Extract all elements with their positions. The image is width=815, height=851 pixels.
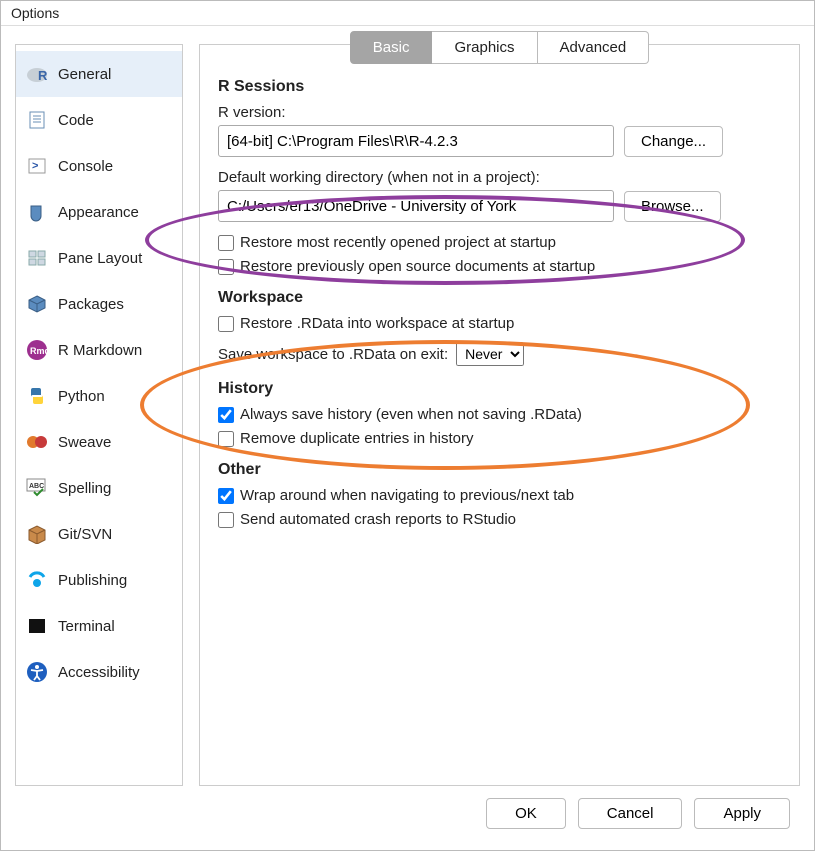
window-title: Options bbox=[11, 5, 59, 21]
always-save-history-label: Always save history (even when not savin… bbox=[240, 406, 582, 423]
category-sidebar: R General Code > Console Appearance Pane… bbox=[15, 44, 183, 786]
remove-dup-history-label: Remove duplicate entries in history bbox=[240, 430, 473, 447]
sidebar-item-label: Console bbox=[58, 158, 113, 175]
spellcheck-icon: ABC bbox=[26, 477, 48, 499]
sidebar-item-label: Spelling bbox=[58, 480, 111, 497]
tab-graphics[interactable]: Graphics bbox=[432, 31, 537, 64]
sidebar-item-label: Appearance bbox=[58, 204, 139, 221]
sidebar-item-label: Packages bbox=[58, 296, 124, 313]
sidebar-item-label: Accessibility bbox=[58, 664, 140, 681]
restore-rdata-checkbox[interactable] bbox=[218, 316, 234, 332]
sidebar-item-accessibility[interactable]: Accessibility bbox=[16, 649, 182, 695]
tab-advanced[interactable]: Advanced bbox=[538, 31, 650, 64]
sidebar-item-packages[interactable]: Packages bbox=[16, 281, 182, 327]
sidebar-item-spelling[interactable]: ABC Spelling bbox=[16, 465, 182, 511]
sidebar-item-label: Terminal bbox=[58, 618, 115, 635]
wrap-tabs-checkbox[interactable] bbox=[218, 488, 234, 504]
svg-text:>: > bbox=[32, 160, 38, 172]
defaultwd-field[interactable] bbox=[218, 190, 614, 222]
window-titlebar: Options bbox=[1, 1, 814, 26]
restore-rdata-label: Restore .RData into workspace at startup bbox=[240, 315, 514, 332]
sweave-icon bbox=[26, 431, 48, 453]
r-logo-icon: R bbox=[26, 63, 48, 85]
sidebar-item-publishing[interactable]: Publishing bbox=[16, 557, 182, 603]
tab-basic[interactable]: Basic bbox=[350, 31, 433, 64]
svg-text:R: R bbox=[38, 68, 48, 83]
publishing-icon bbox=[26, 569, 48, 591]
sidebar-item-label: Pane Layout bbox=[58, 250, 142, 267]
section-workspace: Workspace bbox=[218, 289, 781, 307]
defaultwd-label: Default working directory (when not in a… bbox=[218, 169, 781, 186]
sidebar-item-label: Publishing bbox=[58, 572, 127, 589]
sidebar-item-rmarkdown[interactable]: Rmd R Markdown bbox=[16, 327, 182, 373]
sidebar-item-label: R Markdown bbox=[58, 342, 142, 359]
sidebar-item-console[interactable]: > Console bbox=[16, 143, 182, 189]
sidebar-item-label: General bbox=[58, 66, 111, 83]
box-icon bbox=[26, 523, 48, 545]
sidebar-item-terminal[interactable]: Terminal bbox=[16, 603, 182, 649]
sidebar-item-python[interactable]: Python bbox=[16, 373, 182, 419]
document-icon bbox=[26, 109, 48, 131]
sidebar-item-pane-layout[interactable]: Pane Layout bbox=[16, 235, 182, 281]
save-workspace-label: Save workspace to .RData on exit: bbox=[218, 346, 448, 363]
svg-text:Rmd: Rmd bbox=[30, 346, 48, 356]
restore-project-label: Restore most recently opened project at … bbox=[240, 234, 556, 251]
apply-button[interactable]: Apply bbox=[694, 798, 790, 829]
sidebar-item-git[interactable]: Git/SVN bbox=[16, 511, 182, 557]
dialog-footer: OK Cancel Apply bbox=[1, 786, 814, 841]
crash-reports-checkbox[interactable] bbox=[218, 512, 234, 528]
terminal-icon bbox=[26, 615, 48, 637]
section-other: Other bbox=[218, 461, 781, 479]
sidebar-item-code[interactable]: Code bbox=[16, 97, 182, 143]
remove-dup-history-checkbox[interactable] bbox=[218, 431, 234, 447]
paint-bucket-icon bbox=[26, 201, 48, 223]
tab-bar: Basic Graphics Advanced bbox=[218, 31, 781, 64]
console-icon: > bbox=[26, 155, 48, 177]
ok-button[interactable]: OK bbox=[486, 798, 566, 829]
accessibility-icon bbox=[26, 661, 48, 683]
restore-project-checkbox[interactable] bbox=[218, 235, 234, 251]
sidebar-item-label: Python bbox=[58, 388, 105, 405]
sidebar-item-label: Code bbox=[58, 112, 94, 129]
python-icon bbox=[26, 385, 48, 407]
crash-reports-label: Send automated crash reports to RStudio bbox=[240, 511, 516, 528]
panes-icon bbox=[26, 247, 48, 269]
save-workspace-select[interactable]: Never bbox=[456, 342, 524, 366]
wrap-tabs-label: Wrap around when navigating to previous/… bbox=[240, 487, 574, 504]
restore-docs-label: Restore previously open source documents… bbox=[240, 258, 595, 275]
rversion-label: R version: bbox=[218, 104, 781, 121]
main-panel: Basic Graphics Advanced R Sessions R ver… bbox=[199, 44, 800, 786]
rversion-field[interactable] bbox=[218, 125, 614, 157]
sidebar-item-label: Git/SVN bbox=[58, 526, 112, 543]
section-history: History bbox=[218, 380, 781, 398]
change-button[interactable]: Change... bbox=[624, 126, 723, 157]
section-r-sessions: R Sessions bbox=[218, 78, 781, 96]
package-icon bbox=[26, 293, 48, 315]
sidebar-item-sweave[interactable]: Sweave bbox=[16, 419, 182, 465]
cancel-button[interactable]: Cancel bbox=[578, 798, 683, 829]
restore-docs-checkbox[interactable] bbox=[218, 259, 234, 275]
rmarkdown-icon: Rmd bbox=[26, 339, 48, 361]
sidebar-item-appearance[interactable]: Appearance bbox=[16, 189, 182, 235]
always-save-history-checkbox[interactable] bbox=[218, 407, 234, 423]
browse-button[interactable]: Browse... bbox=[624, 191, 721, 222]
sidebar-item-label: Sweave bbox=[58, 434, 111, 451]
sidebar-item-general[interactable]: R General bbox=[16, 51, 182, 97]
